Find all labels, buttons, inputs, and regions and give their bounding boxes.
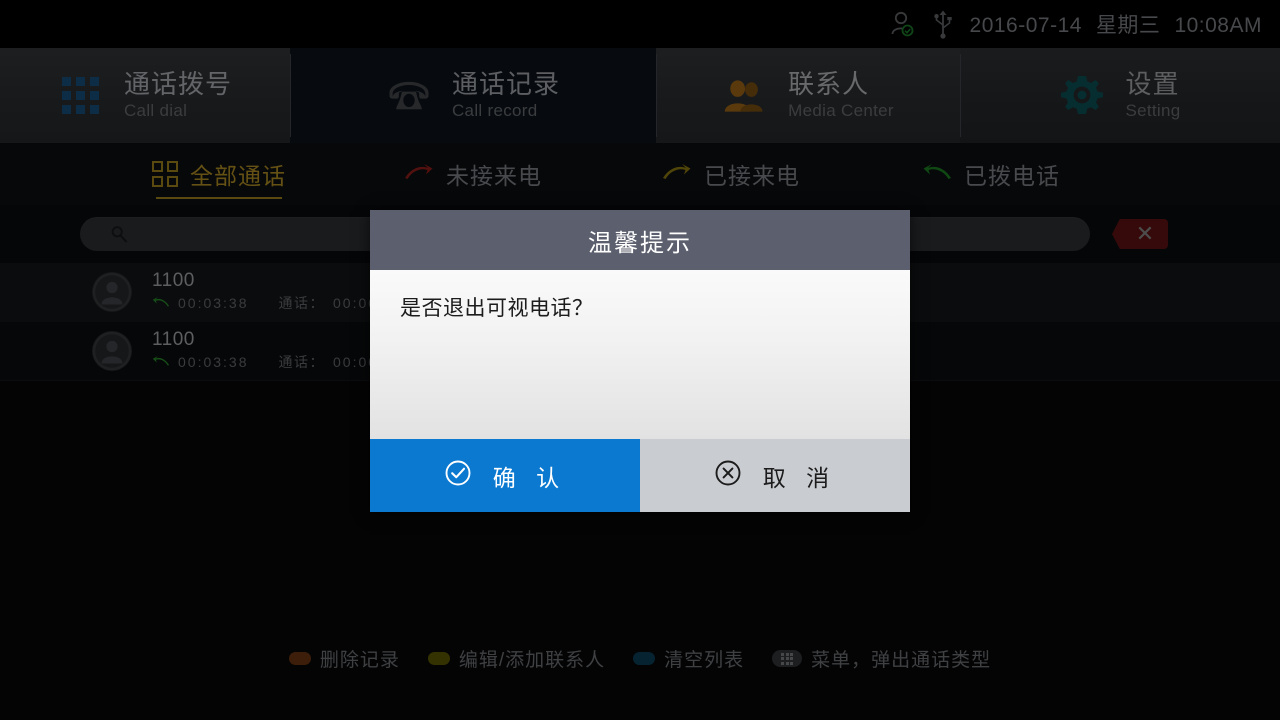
cancel-button-label: 取 消 [762,464,837,491]
exit-confirm-dialog: 温馨提示 是否退出可视电话？ 确 认 取 消 [370,210,910,512]
dialog-title: 温馨提示 [588,229,692,257]
dialog-actions: 确 认 取 消 [370,439,910,512]
confirm-button[interactable]: 确 认 [370,439,640,512]
dialog-message: 是否退出可视电话？ [400,297,594,320]
dialog-body: 是否退出可视电话？ [370,270,910,439]
x-circle-icon [714,459,742,492]
dialog-header: 温馨提示 [370,210,910,270]
app-root: 2016-07-14 星期三 10:08AM 通话拨号 Call dial [0,0,1280,720]
cancel-button[interactable]: 取 消 [640,439,910,512]
confirm-button-label: 确 认 [492,464,567,491]
check-circle-icon [444,459,472,492]
